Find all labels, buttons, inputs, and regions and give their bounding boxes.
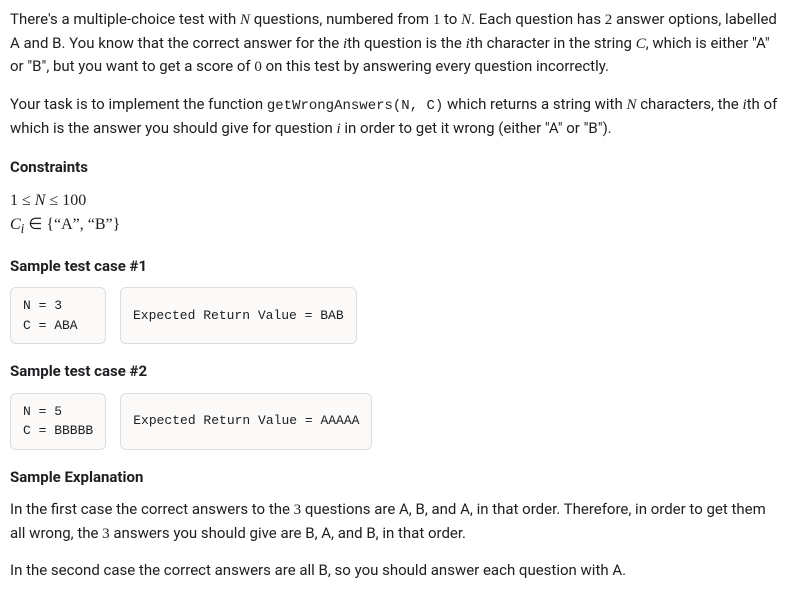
text: characters, the [636, 95, 742, 113]
var-N: N [240, 12, 250, 28]
text: th character in the string [470, 34, 636, 52]
text: questions, numbered from [250, 10, 433, 28]
text: in order to get it wrong (either "A" or … [341, 119, 612, 137]
intro-paragraph-1: There's a multiple-choice test with N qu… [10, 8, 783, 79]
sample-1-expected: Expected Return Value = BAB [120, 287, 357, 344]
var-C: C [636, 36, 646, 52]
text: which returns a string with [443, 95, 626, 113]
task-paragraph: Your task is to implement the function g… [10, 93, 783, 141]
sample-1-input: N = 3 C = ABA [10, 287, 106, 344]
sample-2-expected: Expected Return Value = AAAAA [120, 393, 372, 450]
var-N: N [461, 12, 471, 28]
constraint-line-2: Ci ∈ {“A”, “B”} [10, 213, 783, 239]
text: answers you should give are B, A, and B,… [110, 524, 466, 542]
explanation-paragraph-2: In the second case the correct answers a… [10, 559, 783, 582]
sample-2-row: N = 5 C = BBBBB Expected Return Value = … [10, 393, 783, 450]
function-signature: getWrongAnswers(N, C) [267, 98, 443, 114]
sample-2-heading: Sample test case #2 [10, 360, 783, 383]
text: In the first case the correct answers to… [10, 500, 294, 518]
sample-1-row: N = 3 C = ABA Expected Return Value = BA… [10, 287, 783, 344]
explanation-heading: Sample Explanation [10, 466, 783, 489]
text: There's a multiple-choice test with [10, 10, 240, 28]
num-3: 3 [102, 526, 110, 542]
text: to [440, 10, 461, 28]
explanation-paragraph-1: In the first case the correct answers to… [10, 498, 783, 545]
text: th question is the [347, 34, 465, 52]
num-0: 0 [254, 59, 262, 75]
sample-2-input: N = 5 C = BBBBB [10, 393, 106, 450]
sample-1-heading: Sample test case #1 [10, 255, 783, 278]
text: on this test by answering every question… [262, 57, 609, 75]
constraints-heading: Constraints [10, 156, 783, 179]
constraints-block: 1 ≤ N ≤ 100 Ci ∈ {“A”, “B”} [10, 189, 783, 239]
text: . Each question has [471, 10, 605, 28]
constraint-line-1: 1 ≤ N ≤ 100 [10, 189, 783, 213]
var-N: N [626, 97, 636, 113]
text: Your task is to implement the function [10, 95, 267, 113]
